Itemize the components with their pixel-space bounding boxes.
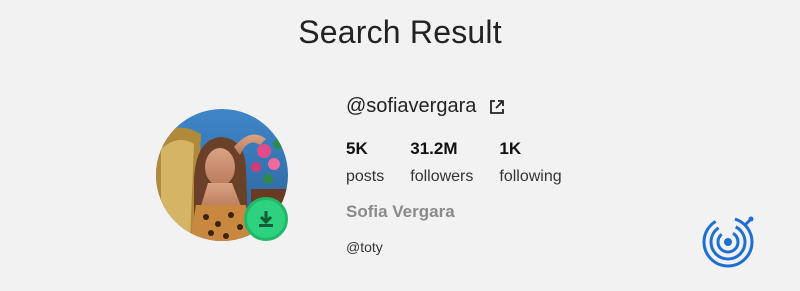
stat-value: 31.2M bbox=[410, 139, 458, 158]
profile-bio: @toty bbox=[346, 239, 383, 255]
stat-posts: 5K posts bbox=[346, 139, 384, 186]
page-title: Search Result bbox=[298, 14, 502, 50]
external-link-icon[interactable] bbox=[488, 98, 506, 116]
brand-logo-icon bbox=[701, 215, 755, 269]
stat-label: followers bbox=[410, 168, 474, 185]
profile-full-name: Sofia Vergara bbox=[346, 202, 455, 221]
profile-avatar-container bbox=[156, 109, 288, 241]
profile-stats: 5K posts 31.2M followers 1K following bbox=[346, 139, 588, 186]
username: @sofiavergara bbox=[346, 95, 477, 117]
stat-value: 5K bbox=[346, 139, 368, 158]
download-button[interactable] bbox=[244, 197, 288, 241]
stat-label: posts bbox=[346, 168, 385, 185]
username-row: @sofiavergara bbox=[346, 95, 506, 118]
stat-followers: 31.2M followers bbox=[410, 139, 473, 186]
download-icon bbox=[259, 211, 273, 227]
stat-label: following bbox=[499, 168, 562, 185]
stat-value: 1K bbox=[499, 139, 522, 158]
stat-following: 1K following bbox=[499, 139, 561, 186]
